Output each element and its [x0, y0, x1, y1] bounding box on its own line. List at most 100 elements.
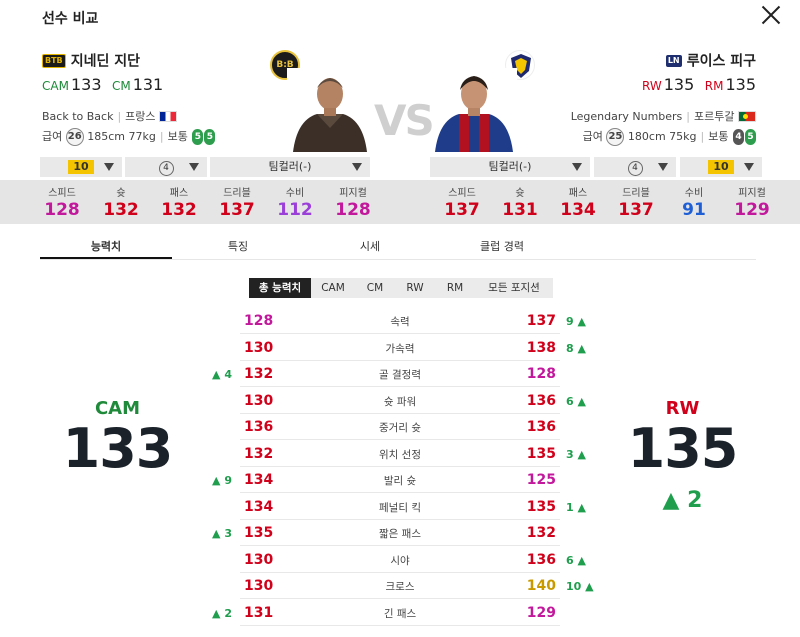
attribute-left-diff: ▲ 3: [212, 527, 232, 540]
left-ability-value: 4: [158, 161, 174, 176]
chevron-down-icon: [189, 163, 199, 171]
attribute-right-value: 137: [526, 313, 556, 329]
left-player-photo: [287, 68, 373, 152]
subtab-total[interactable]: 총 능력치: [249, 278, 311, 298]
modal-title: 선수 비교: [42, 11, 99, 27]
tab-traits[interactable]: 특징: [172, 238, 304, 259]
subtab-cm[interactable]: CM: [355, 278, 395, 298]
left-ability-select[interactable]: 4: [125, 157, 207, 177]
attribute-row: 130 가속력 138: [240, 335, 560, 361]
left-summary-value: 133: [62, 417, 174, 480]
subtab-rw[interactable]: RW: [395, 278, 435, 298]
chevron-down-icon: [104, 163, 114, 171]
right-player-name[interactable]: 루이스 피구: [687, 54, 756, 70]
left-summary: CAM 133: [60, 398, 175, 480]
chevron-down-icon: [572, 163, 582, 171]
right-stat-defense: 수비 91: [682, 188, 706, 220]
attribute-name: 속력: [390, 316, 410, 328]
season-badge-btb: BTB: [42, 53, 66, 68]
left-summary-pos: CAM: [94, 398, 141, 419]
right-salary: 25: [606, 127, 625, 146]
right-summary-pos: RW: [665, 398, 700, 419]
left-ovr2: 131: [132, 74, 164, 94]
attribute-name: 발리 슛: [383, 475, 417, 487]
attribute-left-value: 128: [244, 313, 274, 329]
right-player-info: LN 루이스 피구 RW 135 RM 135 Legendary Numbers |…: [571, 50, 756, 146]
right-season-name: Legendary Numbers: [570, 109, 683, 123]
attribute-left-diff: ▲ 9: [212, 474, 232, 487]
left-pos2: CM: [111, 78, 131, 93]
right-weight: 75kg: [669, 129, 697, 143]
left-level-value: 10: [68, 160, 94, 174]
attribute-name: 페널티 킥: [379, 502, 421, 514]
left-ovr1: 133: [70, 74, 102, 94]
attribute-row: 130 시야 136: [240, 547, 560, 573]
subtab-all-positions[interactable]: 모든 포지션: [475, 278, 553, 298]
chevron-down-icon: [744, 163, 754, 171]
attribute-left-value: 132: [244, 446, 274, 462]
attribute-left-value: 130: [244, 552, 274, 568]
subtab-rm[interactable]: RM: [435, 278, 475, 298]
right-teamcolor-select[interactable]: 팀컬러(-): [430, 157, 590, 177]
left-teamcolor-select[interactable]: 팀컬러(-): [210, 157, 370, 177]
attribute-name: 짧은 패스: [379, 528, 421, 540]
attribute-right-diff: 10 ▲: [566, 580, 594, 593]
right-pos2: RM: [704, 78, 724, 93]
attribute-name: 시야: [390, 555, 410, 567]
attribute-right-diff: 6 ▲: [566, 395, 586, 408]
close-icon[interactable]: [760, 4, 782, 26]
right-pos1: RW: [642, 78, 662, 93]
left-player-name[interactable]: 지네딘 지단: [71, 54, 140, 70]
attribute-row: 132 골 결정력 128: [240, 361, 560, 387]
attribute-row: 130 슛 파워 136: [240, 388, 560, 414]
right-salary-label: 급여: [582, 129, 603, 143]
tab-price[interactable]: 시세: [304, 238, 436, 259]
attribute-right-value: 138: [526, 340, 556, 356]
right-level-select[interactable]: 10: [680, 157, 762, 177]
attribute-right-value: 136: [526, 552, 556, 568]
attribute-row: 136 중거리 슛 136: [240, 414, 560, 440]
tab-club-history[interactable]: 클럽 경력: [436, 238, 568, 259]
left-level-select[interactable]: 10: [40, 157, 122, 177]
right-foot-right: 5: [745, 128, 756, 145]
left-body: 보통: [167, 129, 188, 143]
attribute-row: 130 크로스 140: [240, 573, 560, 599]
right-player-photo: [431, 68, 517, 152]
left-pos1: CAM: [42, 78, 69, 93]
left-salary-label: 급여: [42, 129, 63, 143]
right-teamcolor-value: 팀컬러(-): [488, 160, 532, 173]
attribute-right-diff: 6 ▲: [566, 554, 586, 567]
season-badge-ln: LN: [665, 54, 682, 67]
attribute-left-value: 134: [244, 472, 274, 488]
left-nation: 프랑스: [125, 109, 156, 123]
attribute-name: 긴 패스: [383, 608, 417, 620]
right-ability-value: 4: [627, 161, 643, 176]
right-ability-select[interactable]: 4: [594, 157, 676, 177]
right-body: 보통: [708, 129, 729, 143]
right-height: 180cm: [627, 129, 666, 143]
attribute-left-value: 132: [244, 366, 274, 382]
attribute-row: 131 긴 패스 129: [240, 600, 560, 626]
left-salary: 26: [65, 127, 84, 146]
attribute-row: 134 페널티 킥 135: [240, 494, 560, 520]
attribute-row: 135 짧은 패스 132: [240, 520, 560, 546]
right-summary-diff: ▲ 2: [662, 488, 703, 513]
attribute-right-value: 128: [526, 366, 556, 382]
left-season-name: Back to Back: [42, 109, 114, 123]
tab-ability[interactable]: 능력치: [40, 238, 172, 259]
attribute-name: 위치 선정: [379, 449, 421, 461]
right-stat-dribble: 드리블 137: [618, 188, 654, 220]
attribute-name: 크로스: [385, 581, 415, 593]
left-stat-dribble: 드리블 137: [219, 188, 255, 220]
attribute-right-value: 129: [526, 605, 556, 621]
left-height: 185cm: [87, 129, 126, 143]
attribute-left-value: 131: [244, 605, 274, 621]
subtab-cam[interactable]: CAM: [311, 278, 355, 298]
attribute-right-diff: 1 ▲: [566, 501, 586, 514]
left-stat-pass: 패스 132: [161, 188, 197, 220]
right-summary: RW 135 ▲ 2: [625, 398, 740, 513]
right-ovr1: 135: [663, 74, 695, 94]
position-subtabs: 총 능력치 CAM CM RW RM 모든 포지션: [249, 278, 553, 298]
attribute-name: 골 결정력: [379, 369, 421, 381]
right-stat-shot: 슛 131: [502, 188, 538, 220]
